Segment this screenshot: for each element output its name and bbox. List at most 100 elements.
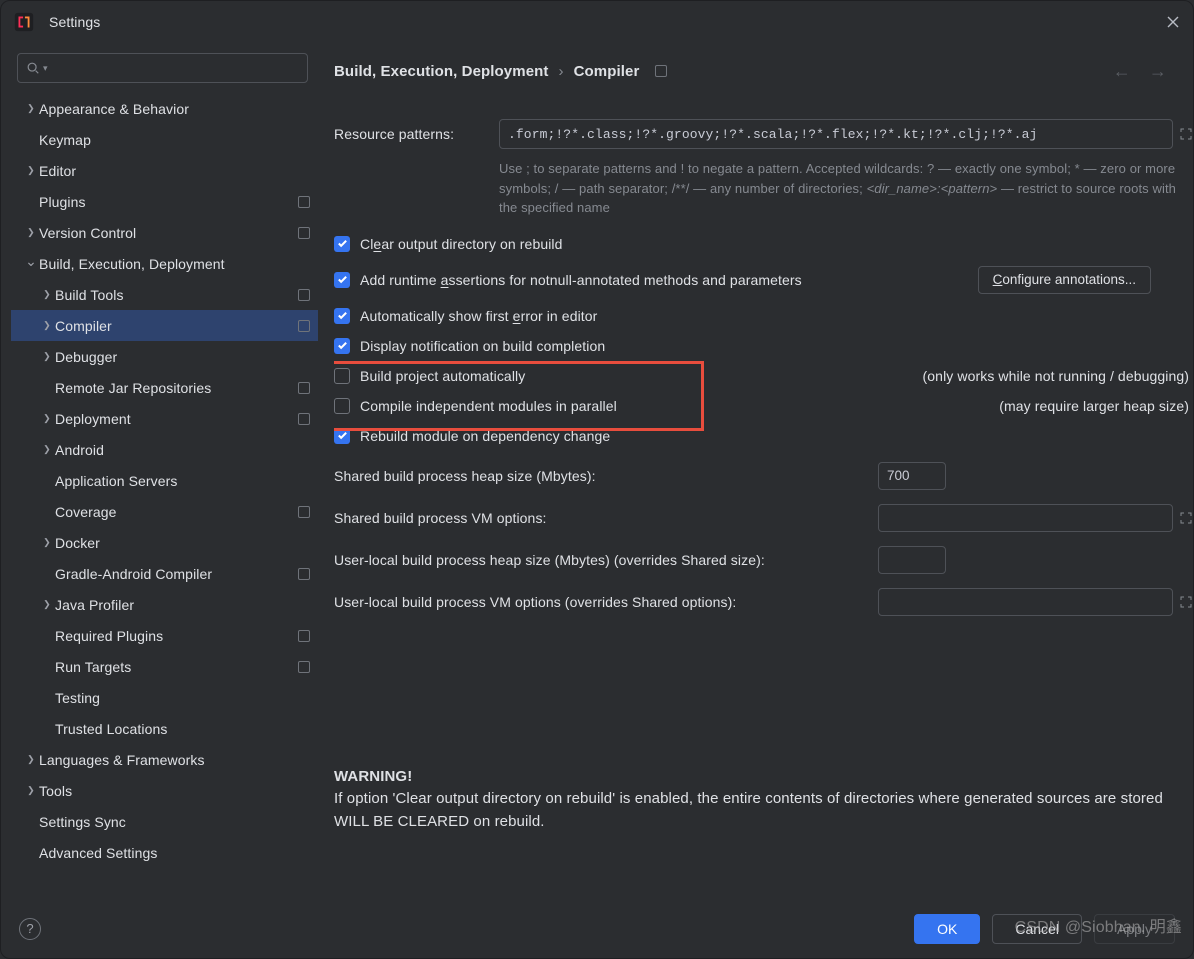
resource-patterns-input[interactable]: .form;!?*.class;!?*.groovy;!?*.scala;!?*… [499, 119, 1173, 149]
tree-node-compiler[interactable]: ❯Compiler [11, 310, 318, 341]
app-icon [13, 11, 35, 33]
tree-node-version-control[interactable]: ❯Version Control [11, 217, 318, 248]
tree-node-languages-frameworks[interactable]: ❯Languages & Frameworks [11, 744, 318, 775]
expand-icon[interactable] [1179, 127, 1193, 141]
option-label: Clear output directory on rebuild [360, 236, 1193, 252]
chevron-icon: ❯ [23, 227, 39, 238]
tree-label: Java Profiler [55, 597, 310, 613]
tree-label: Remote Jar Repositories [55, 380, 292, 396]
tree-label: Run Targets [55, 659, 292, 675]
field-row-2: User-local build process heap size (Mbyt… [334, 546, 1193, 574]
field-input[interactable] [878, 504, 1173, 532]
scope-icon [655, 65, 667, 77]
tree-node-android[interactable]: ❯Android [11, 434, 318, 465]
cancel-button[interactable]: Cancel [992, 914, 1082, 944]
tree-label: Version Control [39, 225, 292, 241]
checkbox[interactable] [334, 272, 350, 288]
chevron-icon: ❯ [39, 320, 55, 331]
checkbox[interactable] [334, 338, 350, 354]
checkbox[interactable] [334, 368, 350, 384]
tree-label: Tools [39, 783, 310, 799]
chevron-icon: ❯ [39, 289, 55, 300]
tree-node-build-tools[interactable]: ❯Build Tools [11, 279, 318, 310]
tree-node-tools[interactable]: ❯Tools [11, 775, 318, 806]
search-input[interactable]: ▾ [17, 53, 308, 83]
field-input[interactable] [878, 462, 946, 490]
tree-node-remote-jar-repositories[interactable]: Remote Jar Repositories [11, 372, 318, 403]
chevron-icon: ❯ [23, 785, 39, 796]
dialog-footer: ? OK Cancel Apply [1, 902, 1193, 958]
tree-node-required-plugins[interactable]: Required Plugins [11, 620, 318, 651]
option-5: Compile independent modules in parallel(… [334, 398, 1193, 414]
tree-node-run-targets[interactable]: Run Targets [11, 651, 318, 682]
scope-icon [298, 320, 310, 332]
tree-label: Debugger [55, 349, 310, 365]
option-0: Clear output directory on rebuild [334, 236, 1193, 252]
close-icon[interactable] [1165, 14, 1181, 30]
scope-icon [298, 630, 310, 642]
scope-icon [298, 382, 310, 394]
tree-label: Plugins [39, 194, 292, 210]
tree-node-deployment[interactable]: ❯Deployment [11, 403, 318, 434]
help-icon[interactable]: ? [19, 918, 41, 940]
tree-node-plugins[interactable]: Plugins [11, 186, 318, 217]
tree-node-advanced-settings[interactable]: Advanced Settings [11, 837, 318, 868]
nav-forward-icon[interactable]: → [1145, 61, 1171, 82]
option-label: Build project automatically [360, 368, 923, 384]
tree-node-settings-sync[interactable]: Settings Sync [11, 806, 318, 837]
checkbox[interactable] [334, 308, 350, 324]
scope-icon [298, 661, 310, 673]
tree-node-trusted-locations[interactable]: Trusted Locations [11, 713, 318, 744]
tree-node-application-servers[interactable]: Application Servers [11, 465, 318, 496]
field-input[interactable] [878, 546, 946, 574]
tree-label: Appearance & Behavior [39, 101, 310, 117]
tree-node-java-profiler[interactable]: ❯Java Profiler [11, 589, 318, 620]
tree-label: Trusted Locations [55, 721, 310, 737]
ok-button[interactable]: OK [914, 914, 980, 944]
option-note: (only works while not running / debuggin… [923, 368, 1189, 384]
tree-node-keymap[interactable]: Keymap [11, 124, 318, 155]
tree-label: Build Tools [55, 287, 292, 303]
tree-node-coverage[interactable]: Coverage [11, 496, 318, 527]
tree-label: Languages & Frameworks [39, 752, 310, 768]
tree-node-docker[interactable]: ❯Docker [11, 527, 318, 558]
tree-node-editor[interactable]: ❯Editor [11, 155, 318, 186]
tree-label: Docker [55, 535, 310, 551]
tree-label: Android [55, 442, 310, 458]
sidebar: ▾ ❯Appearance & BehaviorKeymap❯EditorPlu… [1, 43, 318, 902]
chevron-icon: ❯ [39, 444, 55, 455]
tree-node-testing[interactable]: Testing [11, 682, 318, 713]
chevron-icon: ❯ [39, 413, 55, 424]
tree-node-debugger[interactable]: ❯Debugger [11, 341, 318, 372]
tree-node-gradle-android-compiler[interactable]: Gradle-Android Compiler [11, 558, 318, 589]
settings-tree: ❯Appearance & BehaviorKeymap❯EditorPlugi… [11, 93, 318, 902]
expand-icon[interactable] [1179, 595, 1193, 609]
option-note: (may require larger heap size) [999, 398, 1189, 414]
tree-node-appearance-behavior[interactable]: ❯Appearance & Behavior [11, 93, 318, 124]
window-title: Settings [49, 14, 1165, 30]
tree-node-build-execution-deployment[interactable]: ⌄Build, Execution, Deployment [11, 248, 318, 279]
chevron-icon: ❯ [39, 537, 55, 548]
warning-text: WARNING! If option 'Clear output directo… [334, 766, 1193, 834]
configure-annotations-button[interactable]: Configure annotations... [978, 266, 1151, 294]
option-4: Build project automatically(only works w… [334, 368, 1193, 384]
tree-label: Testing [55, 690, 310, 706]
field-input[interactable] [878, 588, 1173, 616]
option-6: Rebuild module on dependency change [334, 428, 1193, 444]
checkbox[interactable] [334, 236, 350, 252]
field-row-3: User-local build process VM options (ove… [334, 588, 1193, 616]
chevron-icon: ⌄ [23, 253, 39, 270]
scope-icon [298, 413, 310, 425]
tree-label: Editor [39, 163, 310, 179]
tree-label: Application Servers [55, 473, 310, 489]
nav-back-icon[interactable]: ← [1109, 61, 1135, 82]
breadcrumb-parent[interactable]: Build, Execution, Deployment [334, 63, 549, 80]
checkbox[interactable] [334, 398, 350, 414]
checkbox[interactable] [334, 428, 350, 444]
apply-button[interactable]: Apply [1094, 914, 1175, 944]
option-label: Display notification on build completion [360, 338, 1193, 354]
scope-icon [298, 289, 310, 301]
expand-icon[interactable] [1179, 511, 1193, 525]
chevron-icon: ❯ [23, 165, 39, 176]
tree-label: Compiler [55, 318, 292, 334]
